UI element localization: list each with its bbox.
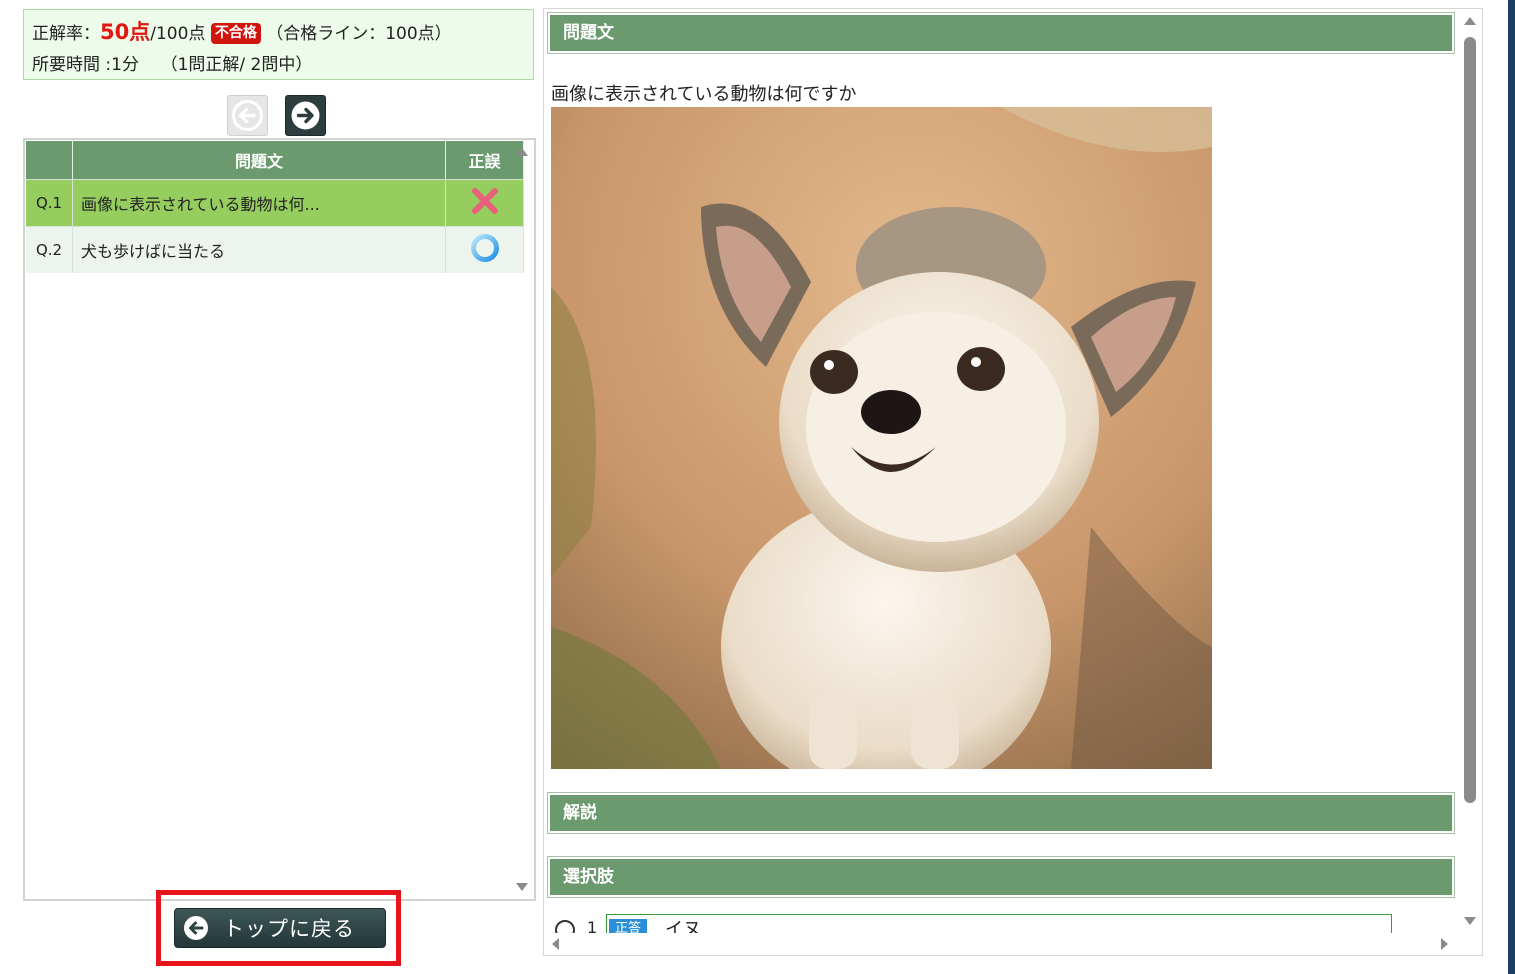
arrow-left-icon bbox=[232, 100, 263, 131]
question-summary: 画像に表示されている動物は何... bbox=[72, 179, 446, 227]
table-header: 問題文 正誤 bbox=[26, 141, 524, 180]
list-scrollbar[interactable] bbox=[512, 140, 532, 899]
question-number: Q.2 bbox=[26, 226, 73, 273]
table-row[interactable]: Q.1 画像に表示されている動物は何... bbox=[26, 179, 524, 227]
question-image bbox=[551, 107, 1212, 769]
scrollbar-thumb[interactable] bbox=[1464, 37, 1476, 803]
next-question-button[interactable] bbox=[285, 95, 326, 136]
score-value: 50点 bbox=[100, 20, 151, 44]
scroll-down-icon[interactable] bbox=[1464, 917, 1476, 925]
back-to-top-label: トップに戻る bbox=[223, 917, 355, 941]
arrow-left-icon bbox=[184, 916, 208, 940]
scroll-up-icon[interactable] bbox=[1464, 17, 1476, 25]
elapsed-time: 所要時間 :1分 bbox=[32, 55, 139, 75]
window-edge bbox=[1508, 0, 1515, 974]
score-line: 正解率：50点/100点 不合格 （合格ライン：100点） bbox=[32, 17, 533, 50]
question-list-panel: 問題文 正誤 Q.1 画像に表示されている動物は何... Q.2 犬も歩けばに当… bbox=[23, 138, 536, 901]
col-number-header bbox=[26, 141, 73, 180]
pass-line: （合格ライン：100点） bbox=[266, 24, 452, 44]
scroll-left-icon bbox=[552, 938, 559, 950]
horizontal-scrollbar[interactable] bbox=[544, 933, 1456, 955]
question-summary: 犬も歩けばに当たる bbox=[72, 226, 446, 273]
fail-badge: 不合格 bbox=[210, 23, 261, 44]
scroll-right-icon bbox=[1441, 938, 1448, 950]
time-line: 所要時間 :1分 （1問正解/ 2問中） bbox=[32, 50, 533, 81]
score-total: /100点 bbox=[150, 24, 206, 44]
scroll-down-icon[interactable] bbox=[516, 883, 528, 891]
question-number: Q.1 bbox=[26, 179, 73, 227]
choices-section-header: 選択肢 bbox=[547, 856, 1455, 898]
correct-summary: （1問正解/ 2問中） bbox=[160, 55, 313, 75]
table-row[interactable]: Q.2 犬も歩けばに当たる bbox=[26, 226, 524, 273]
scroll-up-icon[interactable] bbox=[516, 148, 528, 156]
vertical-scrollbar[interactable] bbox=[1458, 9, 1482, 955]
question-detail-pane: 問題文 画像に表示されている動物は何ですか 解説 選択肢 1 正答 イヌ bbox=[543, 8, 1483, 956]
explanation-section-header: 解説 bbox=[547, 792, 1455, 834]
question-text: 画像に表示されている動物は何ですか bbox=[551, 84, 857, 105]
question-table: 問題文 正誤 Q.1 画像に表示されている動物は何... Q.2 犬も歩けばに当… bbox=[26, 141, 524, 273]
question-section-header: 問題文 bbox=[547, 12, 1455, 54]
back-to-top-button[interactable]: トップに戻る bbox=[174, 908, 386, 948]
prev-question-button[interactable] bbox=[227, 95, 268, 136]
arrow-right-icon bbox=[291, 101, 320, 130]
score-label: 正解率： bbox=[32, 24, 100, 44]
score-summary: 正解率：50点/100点 不合格 （合格ライン：100点） 所要時間 :1分 （… bbox=[23, 9, 534, 80]
col-question-header: 問題文 bbox=[72, 141, 446, 180]
